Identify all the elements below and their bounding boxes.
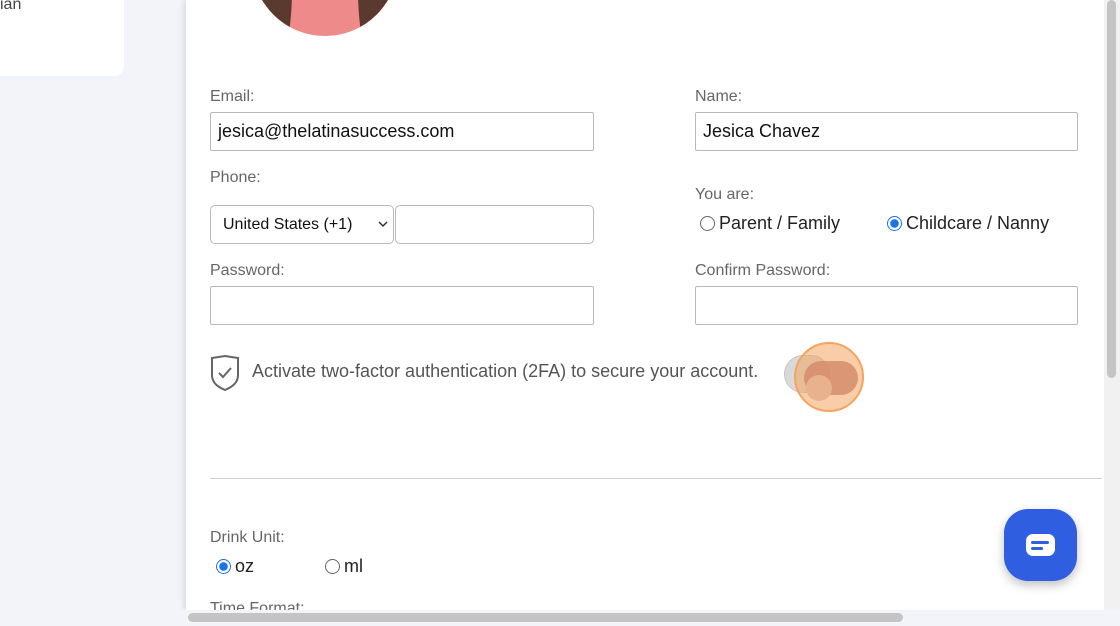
sidebar-partial-text: ian: [0, 0, 22, 13]
phone-input[interactable]: [395, 205, 594, 244]
role-parent-label: Parent / Family: [719, 213, 841, 233]
role-parent-radio[interactable]: Parent / Family: [700, 213, 840, 234]
country-code-value: United States (+1): [223, 216, 353, 233]
confirm-password-field[interactable]: [695, 286, 1078, 325]
email-label: Email:: [210, 88, 255, 105]
country-code-select[interactable]: United States (+1): [210, 205, 394, 244]
role-childcare-label: Childcare / Nanny: [906, 213, 1050, 233]
password-label: Password:: [210, 262, 285, 279]
role-childcare-radio[interactable]: Childcare / Nanny: [887, 213, 1049, 234]
chevron-down-icon: [378, 221, 388, 228]
vertical-scrollbar-thumb[interactable]: [1107, 0, 1116, 378]
toggle-knob: [806, 375, 832, 401]
shield-check-icon: [211, 355, 239, 391]
phone-label: Phone:: [210, 169, 261, 186]
confirm-password-label: Confirm Password:: [695, 262, 831, 279]
drink-unit-ml-label: ml: [344, 556, 363, 576]
email-field[interactable]: jesica@thelatinasuccess.com: [210, 112, 594, 151]
name-label: Name:: [695, 88, 743, 105]
radio-childcare-icon[interactable]: [887, 216, 902, 231]
drink-unit-ml-radio[interactable]: ml: [325, 556, 363, 577]
drink-unit-oz-label: oz: [235, 556, 255, 576]
drink-unit-label: Drink Unit:: [210, 529, 285, 546]
chat-icon: [1026, 534, 1055, 556]
profile-panel: Email: jesica@thelatinasuccess.com Name:…: [186, 0, 1104, 610]
tfa-label: Activate two-factor authentication (2FA)…: [252, 361, 759, 381]
section-divider: [210, 478, 1102, 479]
sidebar-card: ian: [0, 0, 124, 76]
radio-parent-icon[interactable]: [700, 216, 715, 231]
password-field[interactable]: [210, 286, 594, 325]
chat-button[interactable]: [1004, 509, 1077, 581]
radio-oz-icon[interactable]: [216, 559, 231, 574]
name-field[interactable]: Jesica Chavez: [695, 112, 1078, 151]
avatar: [252, 0, 398, 36]
horizontal-scrollbar-thumb[interactable]: [188, 613, 903, 622]
you-are-label: You are:: [695, 186, 755, 203]
click-highlight: [794, 342, 864, 412]
radio-ml-icon[interactable]: [325, 559, 340, 574]
drink-unit-oz-radio[interactable]: oz: [216, 556, 254, 577]
tfa-row: [210, 355, 240, 391]
time-format-label: Time Format:: [210, 600, 305, 610]
